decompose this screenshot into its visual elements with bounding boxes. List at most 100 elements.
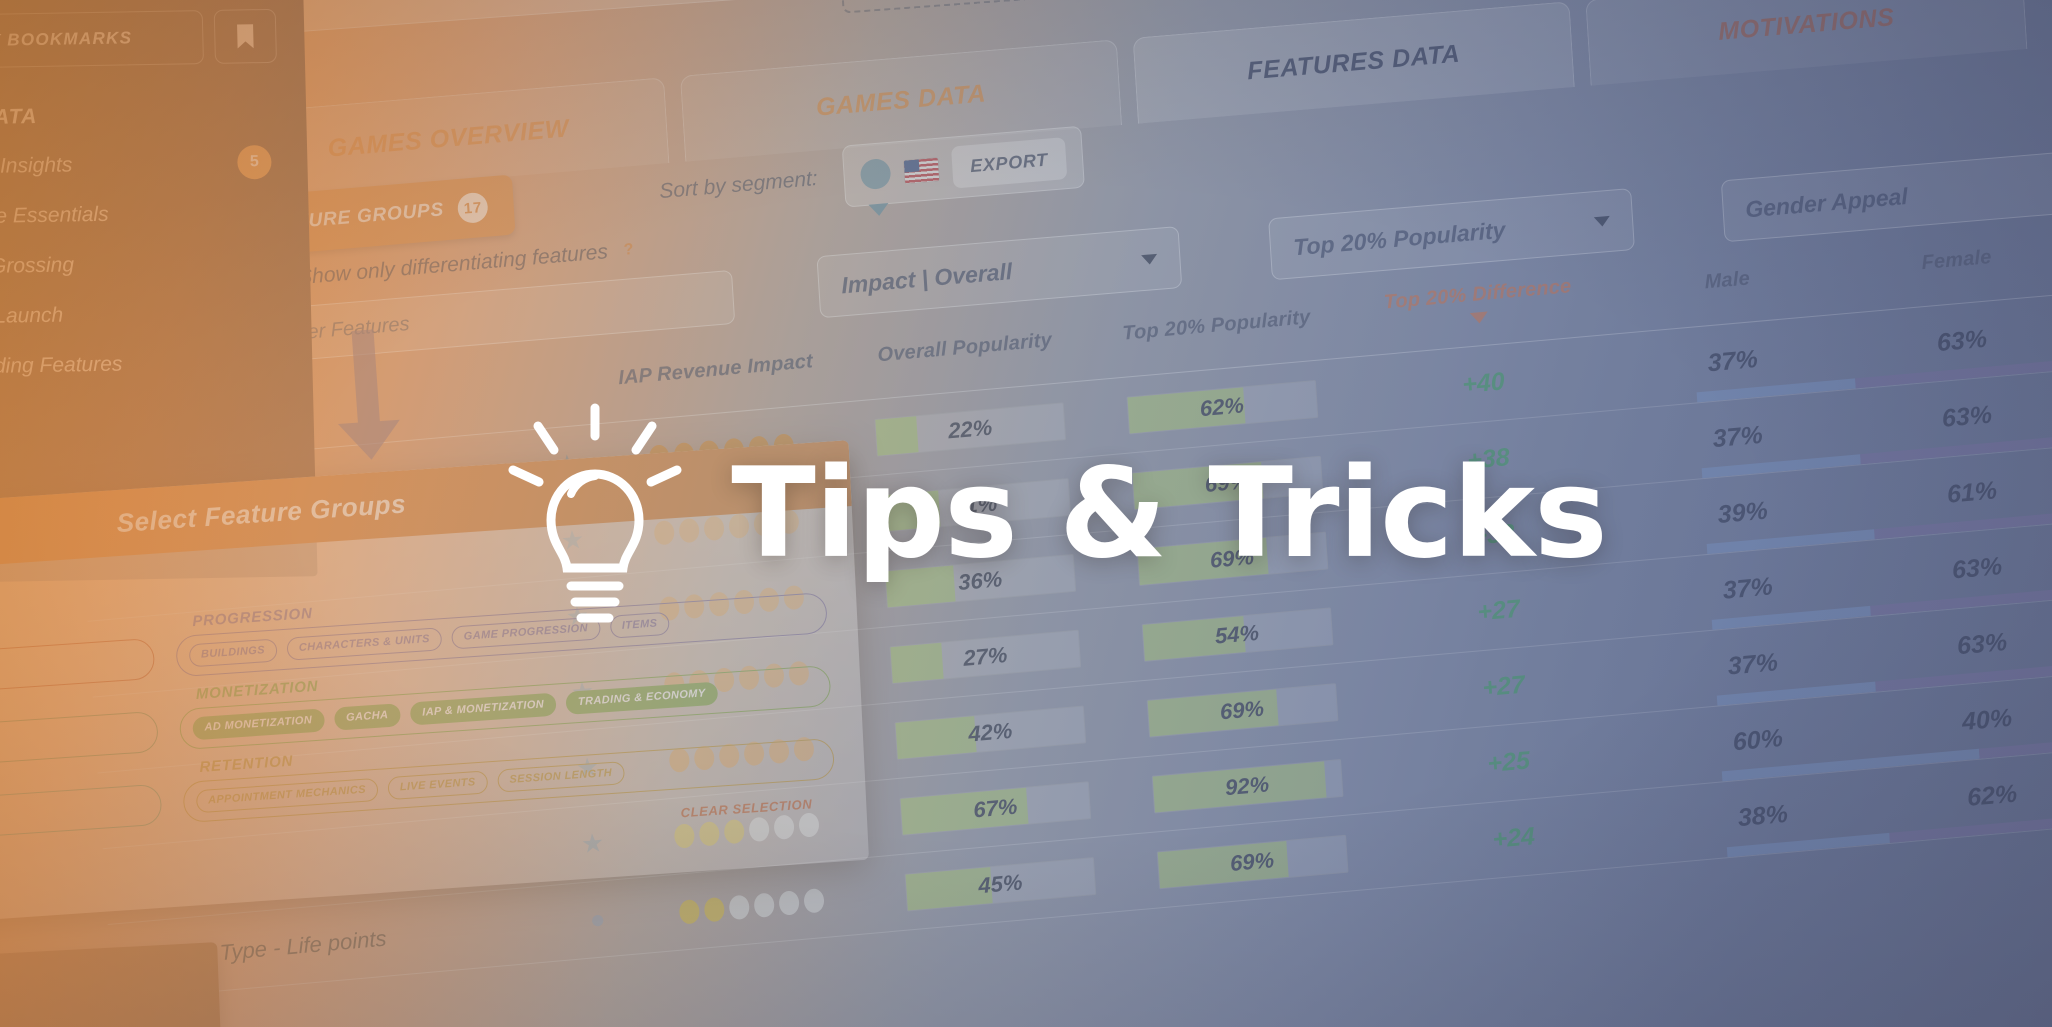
dashed-placeholder-box bbox=[833, 0, 1432, 14]
overall-popularity-bar: 67% bbox=[899, 780, 1092, 836]
female-appeal: 63% bbox=[1861, 544, 2052, 593]
sidebar-item-soft-launch[interactable]: Soft Launch bbox=[0, 299, 283, 332]
sidebar-item-label: Genre Essentials bbox=[0, 202, 109, 229]
column-header-iap-revenue-impact[interactable]: IAP Revenue Impact bbox=[590, 348, 841, 393]
feature-groups-count-badge: 17 bbox=[456, 191, 489, 225]
overall-popularity-bar: 27% bbox=[889, 629, 1082, 684]
feature-group-tag[interactable]: APPOINTMENT MECHANICS bbox=[195, 777, 379, 814]
top20-difference-value: +27 bbox=[1481, 670, 1526, 703]
column-header-label: Top 20% Popularity bbox=[1121, 306, 1312, 345]
overall-popularity-value: 42% bbox=[967, 717, 1014, 747]
feature-group-tag[interactable]: AD MONETIZATION bbox=[192, 708, 325, 741]
overall-popularity: 27% bbox=[859, 626, 1111, 686]
bookmark-icon[interactable] bbox=[213, 8, 277, 64]
column-header-overall-popularity[interactable]: Overall Popularity bbox=[839, 326, 1090, 371]
feature-group-tag[interactable]: BUILDINGS bbox=[188, 638, 278, 668]
feature-group-tag[interactable]: IAP & MONETIZATION bbox=[409, 692, 557, 726]
column-header-female[interactable]: Female bbox=[1841, 239, 2052, 282]
top20-popularity-value: 54% bbox=[1214, 619, 1260, 649]
feature-group-tag[interactable]: TRADING & ECONOMY bbox=[565, 681, 719, 715]
feature-group-tag[interactable]: ITEMS bbox=[609, 611, 670, 639]
sort-descending-icon bbox=[1469, 311, 1489, 324]
female-appeal: 40% bbox=[1872, 696, 2052, 745]
overall-popularity-value: 31% bbox=[952, 489, 998, 519]
top20-difference: +27 bbox=[1363, 585, 1634, 638]
top20-difference-value: +33 bbox=[1471, 518, 1516, 551]
sidebar-item-trending-features[interactable]: Trending Features bbox=[0, 349, 285, 382]
top20-difference: +38 bbox=[1353, 433, 1624, 486]
top20-popularity-value: 69% bbox=[1209, 543, 1255, 573]
female-appeal-value: 63% bbox=[1951, 552, 2003, 585]
overall-popularity-fill bbox=[880, 490, 941, 532]
down-arrow-icon bbox=[337, 329, 400, 460]
sidebar-section-title: DAILY DATA bbox=[0, 104, 38, 130]
column-header-top-20-popularity[interactable]: Top 20% Popularity bbox=[1089, 303, 1345, 348]
male-appeal: 39% bbox=[1627, 489, 1858, 538]
sort-by-segment-label: Sort by segment: bbox=[658, 166, 819, 204]
feature-group-tag[interactable]: LIVE EVENTS bbox=[387, 770, 489, 801]
iap-revenue-impact-pips bbox=[626, 883, 877, 929]
column-header-label: IAP Revenue Impact bbox=[617, 350, 814, 390]
male-appeal: 37% bbox=[1617, 337, 1848, 386]
male-appeal-value: 37% bbox=[1706, 344, 1759, 378]
male-appeal: 38% bbox=[1647, 792, 1878, 841]
overall-popularity: 36% bbox=[854, 551, 1106, 611]
top20-popularity-bar: 62% bbox=[1125, 379, 1318, 435]
male-appeal-value: 37% bbox=[1711, 420, 1764, 454]
sidebar-item-label: Daily Insights bbox=[0, 153, 73, 178]
top20-popularity: 62% bbox=[1094, 377, 1351, 437]
chevron-down-icon bbox=[1593, 215, 1611, 228]
overall-popularity-bar: 45% bbox=[904, 856, 1097, 912]
sidebar-item-top-grossing[interactable]: Top Grossing bbox=[0, 249, 282, 282]
top20-popularity-value: 69% bbox=[1229, 846, 1275, 876]
overall-popularity-value: 67% bbox=[972, 793, 1019, 822]
sidebar-item-genre-essentials[interactable]: Genre Essentials bbox=[0, 199, 281, 232]
top20-difference-value: +40 bbox=[1461, 367, 1506, 399]
clear-selection-button[interactable]: CLEAR SELECTION bbox=[680, 796, 812, 820]
female-appeal: 63% bbox=[1851, 393, 2052, 442]
feature-group-social: SOCIALSOCIAL INTERACTION bbox=[0, 762, 163, 856]
genre-tag-card: $1.26B +2.2% Action PuzzleAdventuresAR/L… bbox=[264, 0, 832, 35]
feature-group-tag[interactable]: GAME PROGRESSION bbox=[451, 616, 601, 650]
top20-popularity: 69% bbox=[1104, 528, 1361, 588]
segment-selector[interactable]: EXPORT bbox=[841, 125, 1085, 217]
column-header-blank bbox=[533, 381, 591, 386]
overall-popularity-value: 36% bbox=[957, 565, 1003, 595]
column-header-top-20-difference[interactable]: Top 20% Difference bbox=[1342, 271, 1614, 335]
male-appeal-value: 37% bbox=[1721, 572, 1774, 605]
my-bookmarks-button[interactable]: MY BOOKMARKS bbox=[0, 10, 205, 70]
male-appeal-segment bbox=[1726, 832, 1891, 858]
overall-popularity-bar: 31% bbox=[879, 477, 1072, 533]
top20-difference: +33 bbox=[1358, 509, 1629, 562]
screenshot-root: $1.26B +2.2% Action PuzzleAdventuresAR/L… bbox=[0, 0, 2052, 1027]
feature-group-tag[interactable]: GACHA bbox=[333, 703, 401, 731]
tab-motivations[interactable]: MOTIVATIONS bbox=[1585, 0, 2028, 86]
column-header-male[interactable]: Male bbox=[1612, 259, 1843, 302]
male-appeal: 60% bbox=[1642, 716, 1873, 765]
overall-popularity: 67% bbox=[869, 778, 1121, 838]
help-icon[interactable]: ? bbox=[623, 241, 634, 260]
feature-group-tag[interactable]: CHARACTERS & UNITS bbox=[286, 627, 443, 661]
sidebar-item-label: Top Grossing bbox=[0, 253, 75, 278]
female-appeal: 61% bbox=[1856, 468, 2052, 517]
top20-popularity-value: 92% bbox=[1224, 770, 1270, 800]
sidebar-item-daily-insights[interactable]: Daily Insights 5 bbox=[0, 144, 280, 182]
feature-group-tag[interactable]: SESSION LENGTH bbox=[496, 761, 625, 793]
sidebar-item-label: Soft Launch bbox=[0, 303, 64, 329]
row-dot-icon[interactable]: ● bbox=[568, 901, 628, 937]
top20-popularity: 69% bbox=[1114, 680, 1371, 740]
female-appeal-value: 61% bbox=[1946, 476, 1998, 509]
female-appeal-value: 62% bbox=[1966, 779, 2018, 812]
male-appeal-value: 38% bbox=[1736, 799, 1789, 833]
tab-features-data[interactable]: FEATURES DATA bbox=[1132, 1, 1575, 124]
overall-popularity-value: 45% bbox=[977, 868, 1024, 898]
export-button[interactable]: EXPORT bbox=[950, 137, 1068, 189]
male-appeal: 37% bbox=[1622, 413, 1853, 462]
male-appeal-value: 39% bbox=[1716, 496, 1769, 529]
top20-difference: +27 bbox=[1368, 661, 1639, 714]
overall-popularity: 42% bbox=[864, 702, 1116, 762]
female-appeal: 63% bbox=[1867, 620, 2052, 669]
top20-difference: +24 bbox=[1378, 812, 1649, 865]
top20-popularity-value: 62% bbox=[1199, 391, 1245, 421]
female-appeal-value: 63% bbox=[1941, 400, 1993, 433]
